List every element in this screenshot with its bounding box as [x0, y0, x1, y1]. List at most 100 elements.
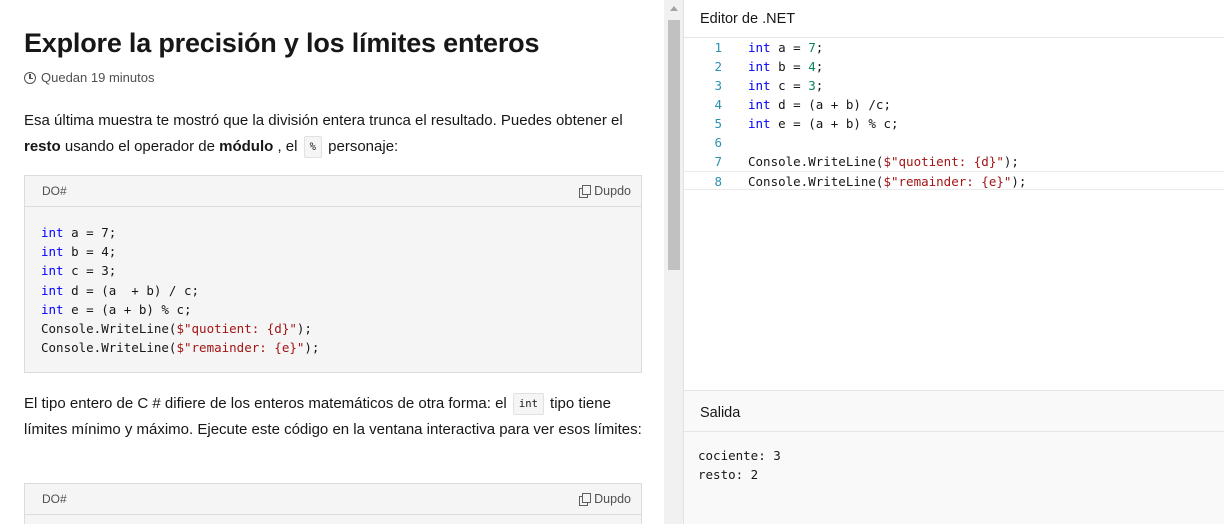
para2-text-1: El tipo entero de C # difiere de los ent…: [24, 395, 511, 412]
editor-line[interactable]: 5 int e = (a + b) % c;: [684, 114, 1224, 133]
code-token: $"quotient: {d}": [176, 321, 297, 337]
editor-line[interactable]: 7 Console.WriteLine($"quotient: {d}");: [684, 152, 1224, 171]
code-token: $"remainder: {e}": [176, 340, 305, 356]
line-number: 2: [714, 59, 722, 74]
code-line: Console.WriteLine($"quotient: {d}");: [41, 319, 625, 338]
code-token: Console.WriteLine(: [41, 321, 177, 337]
code-token: int: [41, 301, 64, 317]
copy-icon: [579, 493, 592, 506]
code-token: c =: [770, 78, 809, 93]
editor-line[interactable]: 3 int c = 3;: [684, 76, 1224, 95]
code-token: ;: [815, 40, 824, 55]
code-token: );: [1003, 154, 1019, 169]
para1-bold-resto: resto: [24, 138, 61, 155]
line-content: [722, 133, 748, 152]
code-token: );: [304, 340, 320, 356]
line-number: 8: [714, 174, 722, 189]
scrollbar-thumb[interactable]: [668, 20, 680, 270]
code-token: int: [748, 97, 771, 112]
inline-code-int: int: [512, 393, 544, 415]
line-number: 3: [714, 78, 722, 93]
code-token: a =: [770, 40, 809, 55]
output-title: Salida: [684, 394, 1224, 432]
paragraph-int-limits: El tipo entero de C # difiere de los ent…: [24, 391, 642, 443]
code-line: int a = 7;: [41, 223, 625, 242]
code-token: );: [296, 321, 312, 337]
code-token: $"quotient: {d}": [883, 154, 1004, 169]
code-block-header: DO# Dupdo: [25, 484, 641, 515]
code-line: int c = 3;: [41, 261, 625, 280]
clock-icon: [24, 71, 36, 84]
page-title: Explore la precisión y los límites enter…: [24, 28, 540, 58]
code-token: d = (a + b) /c;: [770, 97, 891, 112]
code-token: a = 7;: [63, 225, 117, 240]
code-token: Console.WriteLine(: [748, 154, 884, 169]
line-content: Console.WriteLine($"quotient: {d}");: [722, 152, 1019, 171]
line-number: 4: [714, 97, 722, 112]
code-line: int e = (a + b) % c;: [41, 300, 625, 319]
code-token: Console.WriteLine(: [748, 174, 884, 189]
line-content: int c = 3;: [722, 76, 823, 95]
code-token: $"remainder: {e}": [883, 174, 1012, 189]
code-token: int: [41, 263, 64, 279]
line-content: Console.WriteLine($"remainder: {e}");: [722, 172, 1026, 189]
code-token: Console.WriteLine(: [41, 340, 177, 356]
code-line: int d = (a + b) / c;: [41, 281, 625, 300]
code-token: c = 3;: [63, 263, 117, 279]
code-block-1: DO# Dupdo int a = 7; int b = 4; int c = 3;…: [24, 175, 642, 373]
code-token: int: [41, 225, 64, 240]
code-token: d = (a + b) / c;: [63, 282, 200, 298]
code-token: e = (a + b) % c;: [63, 301, 192, 317]
editor-line[interactable]: 6: [684, 133, 1224, 152]
code-token: 7: [808, 40, 816, 55]
code-token: int: [748, 78, 771, 93]
code-token: ;: [815, 59, 824, 74]
code-token: 3: [808, 78, 816, 93]
time-remaining: Quedan 19 minutos: [24, 70, 154, 85]
output-content: cociente: 3 resto: 2: [684, 432, 1224, 498]
code-token: b = 4;: [63, 244, 117, 260]
editor-pane: Editor de .NET 1 int a = 7; 2 int b = 4; 3 in…: [684, 0, 1224, 390]
para1-text-3: , el: [273, 138, 302, 155]
code-block-header: DO# Dupdo: [25, 176, 641, 207]
copy-button[interactable]: Dupdo: [579, 492, 631, 506]
code-token: int: [41, 244, 64, 260]
line-content: int a = 7;: [722, 38, 823, 57]
editor-title: Editor de .NET: [684, 0, 1224, 38]
article-scrollbar[interactable]: [664, 0, 684, 524]
code-block-2: DO# Dupdo: [24, 483, 642, 524]
code-block-content: int a = 7; int b = 4; int c = 3; int d = (a…: [25, 207, 641, 373]
code-token: int: [748, 40, 771, 55]
code-token: int: [41, 282, 64, 298]
code-editor[interactable]: 1 int a = 7; 2 int b = 4; 3 int c = 3; 4 int d …: [684, 38, 1224, 190]
code-language-label: DO#: [42, 492, 67, 506]
editor-line[interactable]: 1 int a = 7;: [684, 38, 1224, 57]
line-number: 7: [714, 154, 722, 169]
code-token: ;: [815, 78, 824, 93]
code-token: int: [748, 116, 771, 131]
scroll-up-arrow-icon[interactable]: [670, 6, 678, 11]
para1-text-1: Esa última muestra te mostró que la divi…: [24, 112, 623, 129]
line-number: 5: [714, 116, 722, 131]
line-content: int e = (a + b) % c;: [722, 114, 899, 133]
code-line: int b = 4;: [41, 242, 625, 261]
para1-text-2: usando el operador de: [60, 138, 220, 155]
line-number: 6: [714, 135, 722, 150]
time-remaining-label: Quedan 19 minutos: [41, 70, 155, 85]
editor-line[interactable]: 4 int d = (a + b) /c;: [684, 95, 1224, 114]
inline-code-percent: %: [303, 136, 322, 158]
paragraph-modulo: Esa última muestra te mostró que la divi…: [24, 108, 642, 160]
code-token: int: [748, 59, 771, 74]
output-pane: Salida cociente: 3 resto: 2: [684, 394, 1224, 524]
code-language-label: DO#: [42, 184, 67, 198]
code-line: Console.WriteLine($"remainder: {e}");: [41, 338, 625, 357]
copy-button[interactable]: Dupdo: [579, 184, 631, 198]
output-line: cociente: 3: [698, 448, 781, 463]
editor-line[interactable]: 8 Console.WriteLine($"remainder: {e}");: [684, 171, 1224, 190]
editor-line[interactable]: 2 int b = 4;: [684, 57, 1224, 76]
line-content: int b = 4;: [722, 57, 823, 76]
article-pane: Explore la precisión y los límites enter…: [0, 0, 664, 524]
line-number: 1: [714, 40, 722, 55]
copy-icon: [579, 185, 592, 198]
code-token: e = (a + b) % c;: [770, 116, 899, 131]
